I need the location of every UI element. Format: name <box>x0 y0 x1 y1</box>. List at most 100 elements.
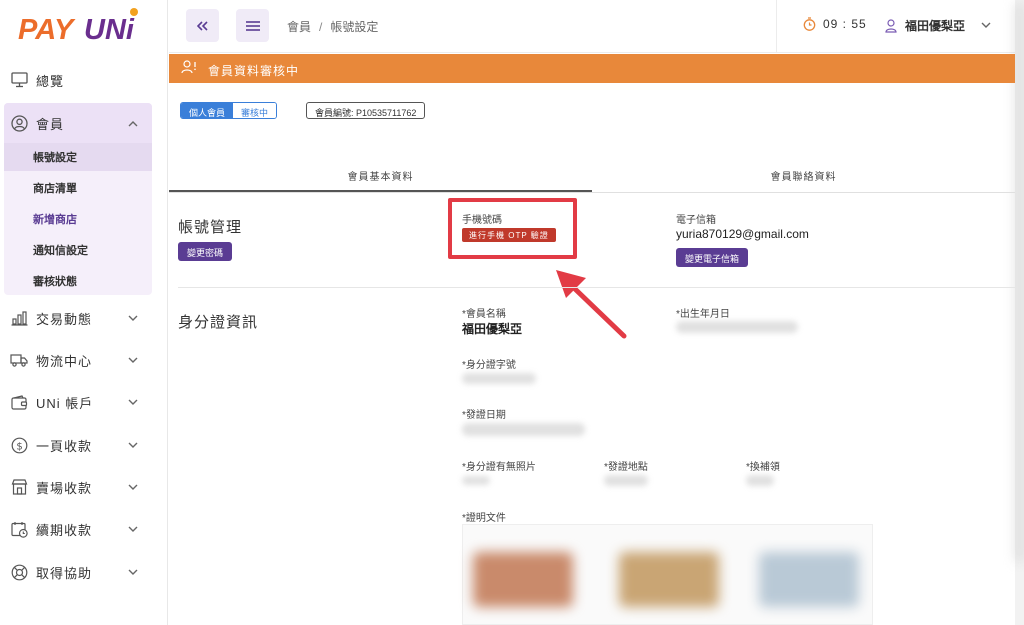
sidebar-sub-store-list[interactable]: 商店清單 <box>4 174 152 202</box>
documents-panel <box>462 524 873 625</box>
sidebar-item-label: 一頁收款 <box>36 438 93 454</box>
chevron-down-icon <box>126 565 140 579</box>
page-scrollbar[interactable] <box>1015 0 1024 625</box>
sidebar-item-member[interactable]: 會員 <box>0 102 168 144</box>
app-root: PAY UNi 總覽 會員 帳號設定 商店清單 新增商店 通知信設定 審核狀態 <box>0 0 1024 625</box>
sidebar-item-label: 賣場收款 <box>36 480 93 496</box>
review-banner: 會員資料審核中 <box>169 54 1015 83</box>
sub-item-label: 帳號設定 <box>33 152 77 164</box>
reissue-label: *換補領 <box>746 462 780 473</box>
member-type-badge: 個人會員 審核中 <box>180 102 278 119</box>
chevron-down-icon <box>126 522 140 536</box>
breadcrumb: 會員 / 帳號設定 <box>287 18 378 35</box>
banner-text: 會員資料審核中 <box>208 64 300 78</box>
tab-basic-info[interactable]: 會員基本資料 <box>169 168 592 192</box>
wallet-icon <box>10 393 28 411</box>
member-id-badge: 會員編號: P10535711762 <box>306 102 426 119</box>
issue-date-blurred <box>462 423 585 436</box>
payuni-logo[interactable]: PAY UNi <box>18 6 138 46</box>
id-number-blurred <box>462 373 536 384</box>
document-thumbnail[interactable] <box>759 552 859 607</box>
truck-icon <box>10 351 28 369</box>
logo-pay: PAY <box>18 14 74 46</box>
calendar-clock-icon <box>10 520 28 538</box>
sub-item-label: 新增商店 <box>33 214 77 226</box>
topbar-divider <box>776 0 777 52</box>
chevron-down-icon <box>126 480 140 494</box>
reissue-blurred <box>746 475 774 486</box>
sidebar-item-overview[interactable]: 總覽 <box>0 59 168 101</box>
menu-button[interactable] <box>236 9 269 42</box>
sidebar-item-logistics[interactable]: 物流中心 <box>0 339 168 381</box>
sidebar-item-uni-account[interactable]: UNi 帳戶 <box>0 381 168 423</box>
change-password-button[interactable]: 變更密碼 <box>178 242 233 261</box>
chevron-down-icon <box>126 438 140 452</box>
member-type-label: 個人會員 <box>181 103 234 118</box>
user-circle-icon <box>10 114 28 132</box>
sidebar-sub-add-store[interactable]: 新增商店 <box>4 205 152 233</box>
chevron-down-icon <box>981 22 991 28</box>
sidebar-sub-notification-settings[interactable]: 通知信設定 <box>4 236 152 264</box>
issue-place-blurred <box>604 475 648 486</box>
user-alert-icon <box>181 60 197 77</box>
double-chevron-left-icon <box>196 20 208 31</box>
sidebar-sub-account-settings[interactable]: 帳號設定 <box>4 143 152 171</box>
sidebar-item-label: 取得協助 <box>36 565 93 581</box>
user-name: 福田優梨亞 <box>905 19 966 33</box>
tab-contact-info[interactable]: 會員聯絡資料 <box>592 168 1015 192</box>
sidebar: PAY UNi 總覽 會員 帳號設定 商店清單 新增商店 通知信設定 審核狀態 <box>0 0 168 625</box>
store-icon <box>10 478 28 496</box>
chevron-up-icon <box>126 116 140 130</box>
stopwatch-icon <box>803 17 816 31</box>
sidebar-item-label: 續期收款 <box>36 522 93 538</box>
email-value: yuria870129@gmail.com <box>676 227 809 241</box>
session-timer: 09 : 55 <box>803 17 867 31</box>
scrollbar-thumb[interactable] <box>1017 2 1022 562</box>
monitor-icon <box>10 71 28 89</box>
timer-value: 09 : 55 <box>823 17 867 31</box>
bar-chart-icon <box>10 309 28 327</box>
sidebar-item-transactions[interactable]: 交易動態 <box>0 297 168 339</box>
collapse-sidebar-button[interactable] <box>186 9 219 42</box>
user-menu[interactable]: 福田優梨亞 <box>885 17 991 34</box>
id-photo-label: *身分證有無照片 <box>462 462 536 473</box>
otp-highlight-box <box>448 198 577 259</box>
document-thumbnail[interactable] <box>473 552 573 607</box>
member-name-value: 福田優梨亞 <box>462 322 523 336</box>
document-thumbnail[interactable] <box>619 552 719 607</box>
lifebuoy-icon <box>10 563 28 581</box>
chevron-down-icon <box>126 311 140 325</box>
hamburger-icon <box>245 20 260 31</box>
review-status-label: 審核中 <box>233 103 277 118</box>
breadcrumb-separator: / <box>319 20 323 34</box>
birth-date-label: *出生年月日 <box>676 309 730 320</box>
sidebar-item-label: 交易動態 <box>36 311 93 327</box>
sidebar-sub-review-status[interactable]: 審核狀態 <box>4 267 152 295</box>
sidebar-item-label: 總覽 <box>36 73 65 89</box>
account-section-title: 帳號管理 <box>178 219 243 236</box>
sub-item-label: 審核狀態 <box>33 276 77 288</box>
breadcrumb-current: 帳號設定 <box>330 20 379 34</box>
dollar-coin-icon: $ <box>10 436 28 454</box>
issue-date-label: *發證日期 <box>462 410 506 421</box>
sub-item-label: 通知信設定 <box>33 245 88 257</box>
tabs-divider <box>169 192 1015 193</box>
identity-section-title: 身分證資訊 <box>178 314 259 331</box>
issue-place-label: *發證地點 <box>604 462 648 473</box>
user-icon <box>885 18 897 33</box>
sidebar-item-recurring-payment[interactable]: 續期收款 <box>0 508 168 550</box>
birth-date-blurred <box>676 321 798 333</box>
sidebar-item-store-payment[interactable]: 賣場收款 <box>0 466 168 508</box>
sidebar-item-one-page-payment[interactable]: $ 一頁收款 <box>0 424 168 466</box>
sidebar-item-label: 會員 <box>36 116 65 132</box>
chevron-down-icon <box>126 395 140 409</box>
sidebar-item-get-help[interactable]: 取得協助 <box>0 551 168 593</box>
id-photo-blurred <box>462 476 490 485</box>
email-label: 電子信箱 <box>676 215 716 226</box>
change-email-button[interactable]: 變更電子信箱 <box>676 248 749 267</box>
sub-item-label: 商店清單 <box>33 183 77 195</box>
sidebar-item-label: UNi 帳戶 <box>36 395 94 411</box>
breadcrumb-member[interactable]: 會員 <box>287 20 311 34</box>
red-pointer-arrow <box>556 270 627 339</box>
sidebar-item-label: 物流中心 <box>36 353 93 369</box>
